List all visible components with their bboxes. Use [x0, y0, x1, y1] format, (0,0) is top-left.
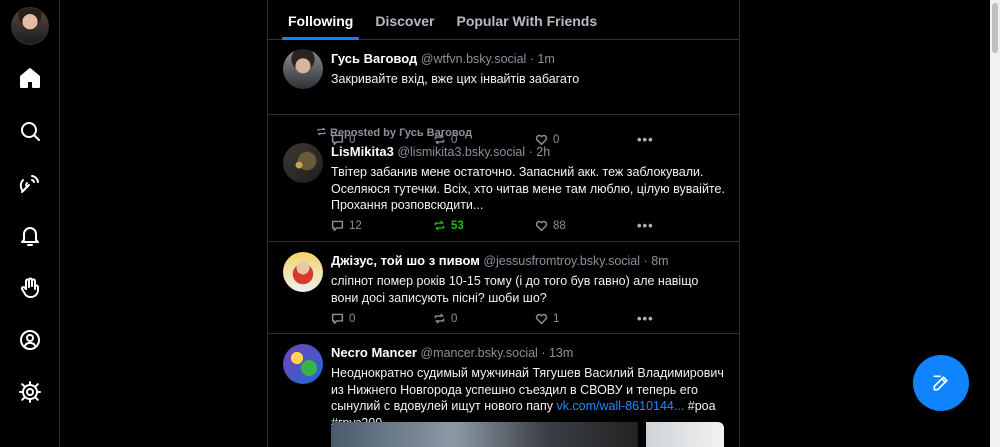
post-header: Necro Mancer @mancer.bsky.social · 13m [331, 345, 725, 360]
heart-icon [535, 220, 548, 232]
author-handle[interactable]: @jessusfromtroy.bsky.social [483, 254, 640, 268]
media-image[interactable] [646, 422, 724, 447]
post-body: Гусь Ваговод @wtfvn.bsky.social · 1m Зак… [331, 51, 725, 88]
scrollbar-thumb[interactable] [992, 3, 998, 53]
hand-icon [20, 277, 39, 298]
post-body: Necro Mancer @mancer.bsky.social · 13m Н… [331, 345, 725, 431]
search-nav-button[interactable] [17, 118, 43, 144]
post-body: LisMikita3 @lismikita3.bsky.social · 2h … [331, 144, 725, 214]
author-name[interactable]: Necro Mancer [331, 345, 417, 360]
tab-popular-with-friends[interactable]: Popular With Friends [450, 0, 603, 40]
post-link[interactable]: vk.com/wall-8610144... [556, 399, 684, 413]
author-handle[interactable]: @lismikita3.bsky.social [397, 145, 525, 159]
settings-nav-button[interactable] [17, 379, 43, 405]
author-name[interactable]: LisMikita3 [331, 144, 394, 159]
post-time[interactable]: 13m [549, 346, 573, 360]
compose-icon [933, 375, 948, 391]
post-header: Джізус, той шо з пивом @jessusfromtroy.b… [331, 253, 725, 268]
feed-post[interactable]: Гусь Ваговод @wtfvn.bsky.social · 1m Зак… [268, 40, 739, 147]
post-header: Гусь Ваговод @wtfvn.bsky.social · 1m [331, 51, 725, 66]
user-circle-icon [20, 330, 40, 350]
feeds-nav-button[interactable] [17, 171, 43, 197]
repost-count: 0 [451, 312, 458, 325]
reply-count: 0 [349, 312, 356, 325]
feed-tabs: Following Discover Popular With Friends [268, 0, 739, 40]
like-button[interactable]: 88 [535, 219, 637, 232]
author-name[interactable]: Гусь Ваговод [331, 51, 417, 66]
feed-column: Following Discover Popular With Friends … [267, 0, 740, 447]
avatar[interactable] [283, 252, 323, 292]
bell-icon [21, 227, 39, 246]
reposted-by-line[interactable]: Reposted by Гусь Ваговод [316, 126, 472, 139]
separator-dot: · [528, 145, 533, 159]
reply-button[interactable]: 0 [331, 312, 433, 325]
post-time[interactable]: 2h [536, 145, 550, 159]
repost-icon [434, 313, 445, 324]
post-text: Твітер забанив мене остаточно. Запасний … [331, 165, 725, 212]
author-name[interactable]: Джізус, той шо з пивом [331, 253, 480, 268]
post-text: сліпнот помер років 10-15 тому (і до тог… [331, 274, 699, 305]
feed-post[interactable]: Reposted by Гусь Ваговод LisMikita3 @lis… [268, 115, 739, 242]
user-avatar[interactable] [11, 7, 49, 45]
separator-dot: · [529, 52, 534, 66]
more-options-icon[interactable]: ••• [637, 218, 654, 233]
notifications-nav-button[interactable] [17, 223, 43, 249]
search-icon [21, 122, 40, 141]
repost-icon [434, 220, 445, 231]
gear-icon [19, 381, 41, 403]
avatar[interactable] [283, 143, 323, 183]
post-actions: 0 0 1 ••• [331, 311, 654, 326]
post-time[interactable]: 8m [651, 254, 668, 268]
reply-button[interactable]: 12 [331, 219, 433, 232]
home-icon [20, 68, 40, 88]
post-text: Закривайте вхід, вже цих інвайтів забага… [331, 72, 580, 86]
like-count: 1 [553, 312, 560, 325]
reply-icon [331, 220, 344, 232]
repost-button[interactable]: 53 [433, 219, 535, 232]
satellite-icon [19, 175, 39, 193]
tab-following[interactable]: Following [282, 0, 360, 40]
left-nav-rail [0, 0, 60, 447]
home-nav-button[interactable] [17, 65, 43, 91]
post-header: LisMikita3 @lismikita3.bsky.social · 2h [331, 144, 725, 159]
reply-icon [331, 313, 344, 325]
profile-nav-button[interactable] [17, 327, 43, 353]
repost-button[interactable]: 0 [433, 312, 535, 325]
avatar[interactable] [283, 49, 323, 89]
post-actions: 12 53 88 ••• [331, 218, 654, 233]
media-image[interactable] [331, 422, 638, 447]
more-options-icon[interactable]: ••• [637, 311, 654, 326]
author-handle[interactable]: @mancer.bsky.social [420, 346, 537, 360]
post-body: Джізус, той шо з пивом @jessusfromtroy.b… [331, 253, 725, 306]
repost-count: 53 [451, 219, 464, 232]
feed-post[interactable]: Джізус, той шо з пивом @jessusfromtroy.b… [268, 242, 739, 334]
post-time[interactable]: 1m [537, 52, 554, 66]
moderation-nav-button[interactable] [17, 275, 43, 301]
avatar[interactable] [283, 344, 323, 384]
separator-dot: · [643, 254, 648, 268]
reply-count: 12 [349, 219, 362, 232]
repost-icon [317, 127, 326, 136]
separator-dot: · [541, 346, 546, 360]
like-count: 88 [553, 219, 566, 232]
post-media[interactable] [331, 422, 724, 447]
like-button[interactable]: 1 [535, 312, 637, 325]
author-handle[interactable]: @wtfvn.bsky.social [421, 52, 527, 66]
feed-post[interactable]: Necro Mancer @mancer.bsky.social · 13m Н… [268, 334, 739, 447]
tab-discover[interactable]: Discover [369, 0, 440, 40]
heart-icon [535, 313, 548, 325]
scrollbar[interactable] [990, 0, 1000, 447]
compose-button[interactable] [913, 355, 969, 411]
